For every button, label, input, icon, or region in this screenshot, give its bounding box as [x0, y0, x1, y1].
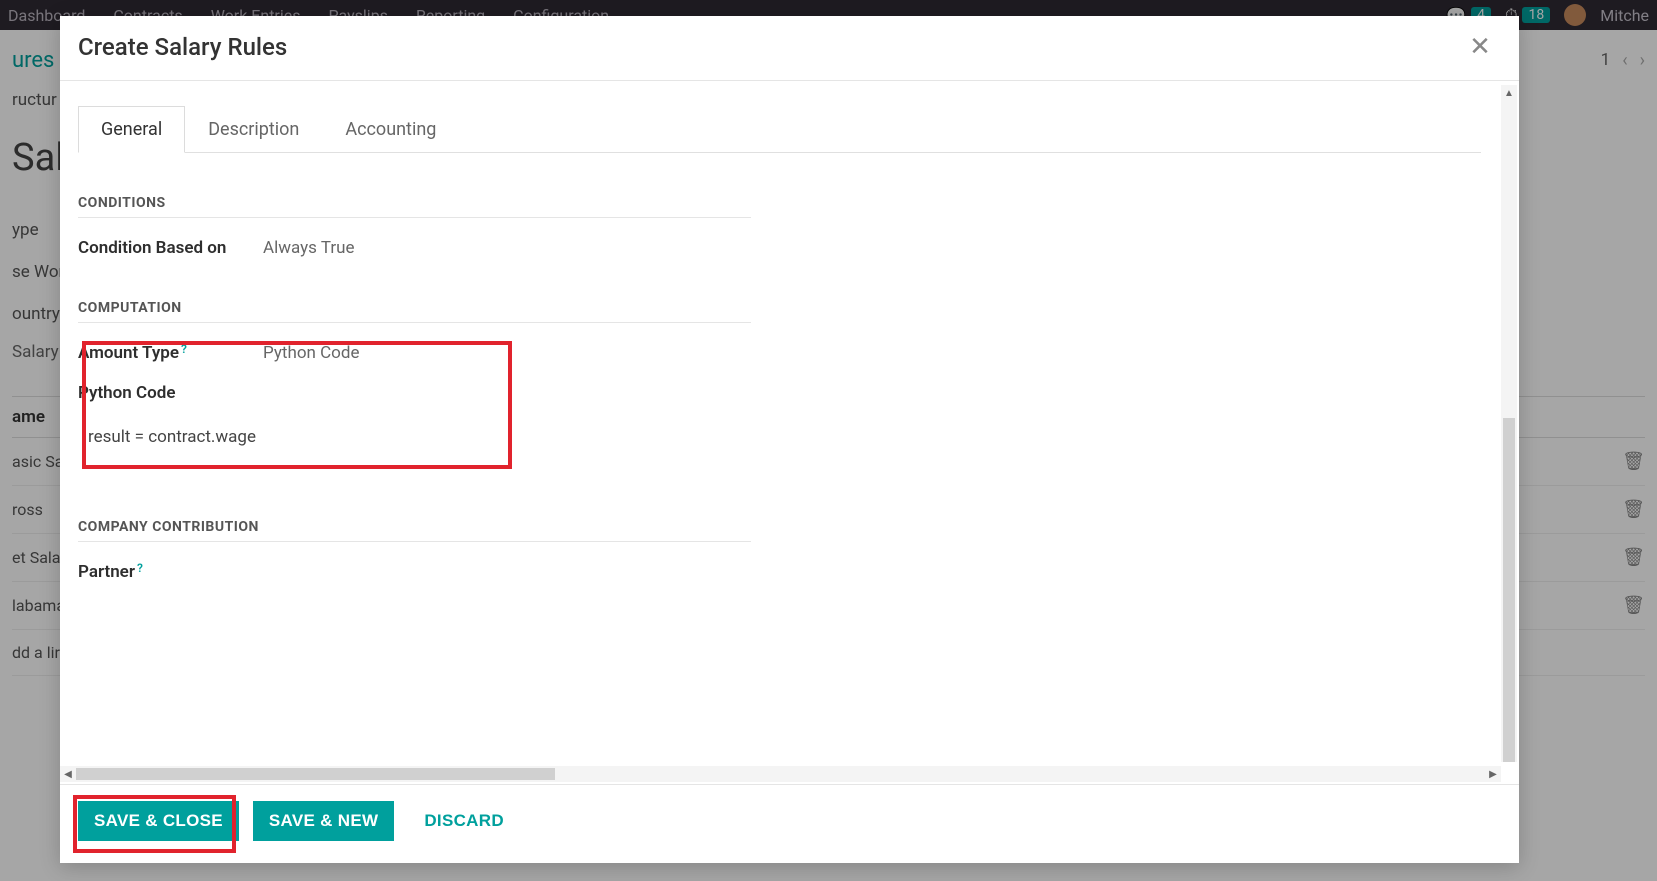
modal-body: General Description Accounting CONDITION… — [60, 81, 1519, 784]
tab-general[interactable]: General — [78, 106, 185, 153]
section-computation: COMPUTATION — [78, 300, 751, 323]
discard-button[interactable]: DISCARD — [408, 801, 520, 841]
modal-footer: SAVE & CLOSE SAVE & NEW DISCARD — [60, 784, 1519, 863]
row-partner: Partner? — [78, 562, 1481, 582]
row-amount-type: Amount Type? Python Code — [78, 343, 1481, 363]
tab-accounting[interactable]: Accounting — [322, 106, 459, 153]
scroll-ver-track[interactable] — [1503, 101, 1515, 762]
value-condition-based-on[interactable]: Always True — [263, 238, 355, 258]
help-icon[interactable]: ? — [181, 342, 187, 356]
value-amount-type[interactable]: Python Code — [263, 343, 359, 363]
vertical-scrollbar[interactable]: ▲ — [1501, 85, 1517, 762]
row-condition-based-on: Condition Based on Always True — [78, 238, 1481, 258]
tab-description[interactable]: Description — [185, 106, 322, 153]
section-company-contribution: COMPANY CONTRIBUTION — [78, 519, 751, 542]
scroll-up-arrow-icon[interactable]: ▲ — [1501, 85, 1517, 101]
modal-header: Create Salary Rules ✕ — [60, 16, 1519, 81]
help-icon[interactable]: ? — [137, 561, 143, 575]
label-condition-based-on: Condition Based on — [78, 238, 263, 258]
horizontal-scrollbar[interactable]: ◀ ▶ — [60, 766, 1501, 782]
scroll-hor-track[interactable] — [76, 768, 1485, 780]
modal-scroll-area: General Description Accounting CONDITION… — [60, 81, 1499, 762]
modal-title: Create Salary Rules — [78, 33, 287, 61]
section-conditions: CONDITIONS — [78, 195, 751, 218]
save-and-new-button[interactable]: SAVE & NEW — [253, 801, 394, 841]
scroll-hor-thumb[interactable] — [76, 768, 555, 780]
create-salary-rules-modal: Create Salary Rules ✕ General Descriptio… — [60, 16, 1519, 863]
scroll-left-arrow-icon[interactable]: ◀ — [60, 766, 76, 782]
python-code-input[interactable]: result = contract.wage — [78, 427, 1481, 447]
label-partner: Partner? — [78, 562, 263, 582]
tabs: General Description Accounting — [78, 105, 1481, 153]
label-amount-type: Amount Type? — [78, 343, 263, 363]
save-and-close-button[interactable]: SAVE & CLOSE — [78, 801, 239, 841]
close-icon[interactable]: ✕ — [1465, 32, 1495, 62]
scroll-ver-thumb[interactable] — [1503, 418, 1515, 762]
row-python-code-label: Python Code — [78, 383, 1481, 403]
label-python-code: Python Code — [78, 383, 263, 403]
scroll-right-arrow-icon[interactable]: ▶ — [1485, 766, 1501, 782]
